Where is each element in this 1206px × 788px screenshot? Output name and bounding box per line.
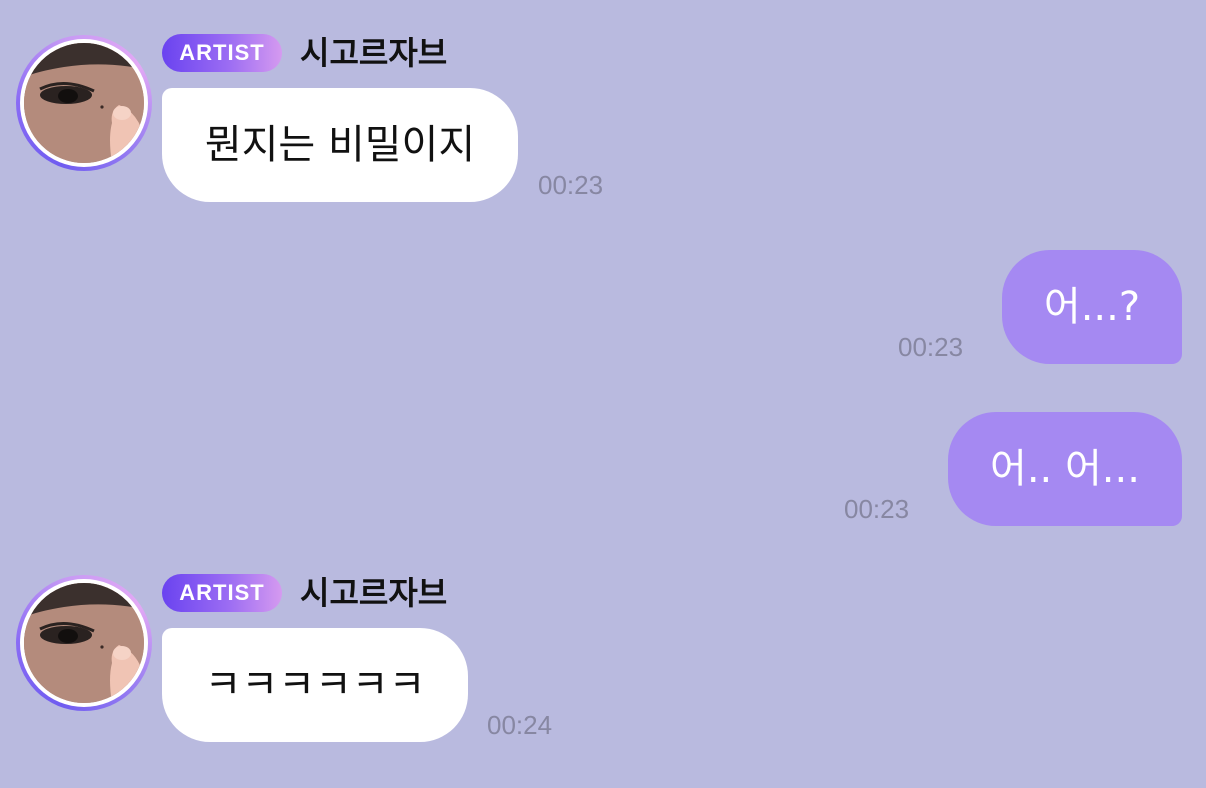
- message-text: ㅋㅋㅋㅋㅋㅋ: [204, 662, 426, 708]
- message-time: 00:23: [898, 332, 964, 362]
- message-bubble[interactable]: ㅋㅋㅋㅋㅋㅋ: [162, 628, 468, 742]
- artist-avatar[interactable]: [16, 575, 152, 711]
- sender-name: 시고르자브: [300, 574, 448, 612]
- message-bubble[interactable]: 뭔지는 비밀이지: [162, 88, 518, 202]
- artist-badge: ARTIST: [162, 34, 282, 72]
- artist-avatar[interactable]: [16, 35, 152, 171]
- message-time: 00:23: [844, 494, 910, 524]
- message-text: 뭔지는 비밀이지: [204, 122, 476, 168]
- message-bubble[interactable]: 어.. 어...: [948, 412, 1182, 526]
- avatar-photo: [24, 583, 144, 703]
- message-time: 00:23: [538, 170, 604, 200]
- message-text: 어...?: [1043, 284, 1141, 330]
- artist-badge: ARTIST: [162, 574, 282, 612]
- sender-name: 시고르자브: [300, 34, 448, 72]
- message-bubble[interactable]: 어...?: [1002, 250, 1182, 364]
- avatar-photo: [24, 43, 144, 163]
- message-text: 어.. 어...: [990, 446, 1140, 492]
- message-time: 00:24: [487, 710, 553, 740]
